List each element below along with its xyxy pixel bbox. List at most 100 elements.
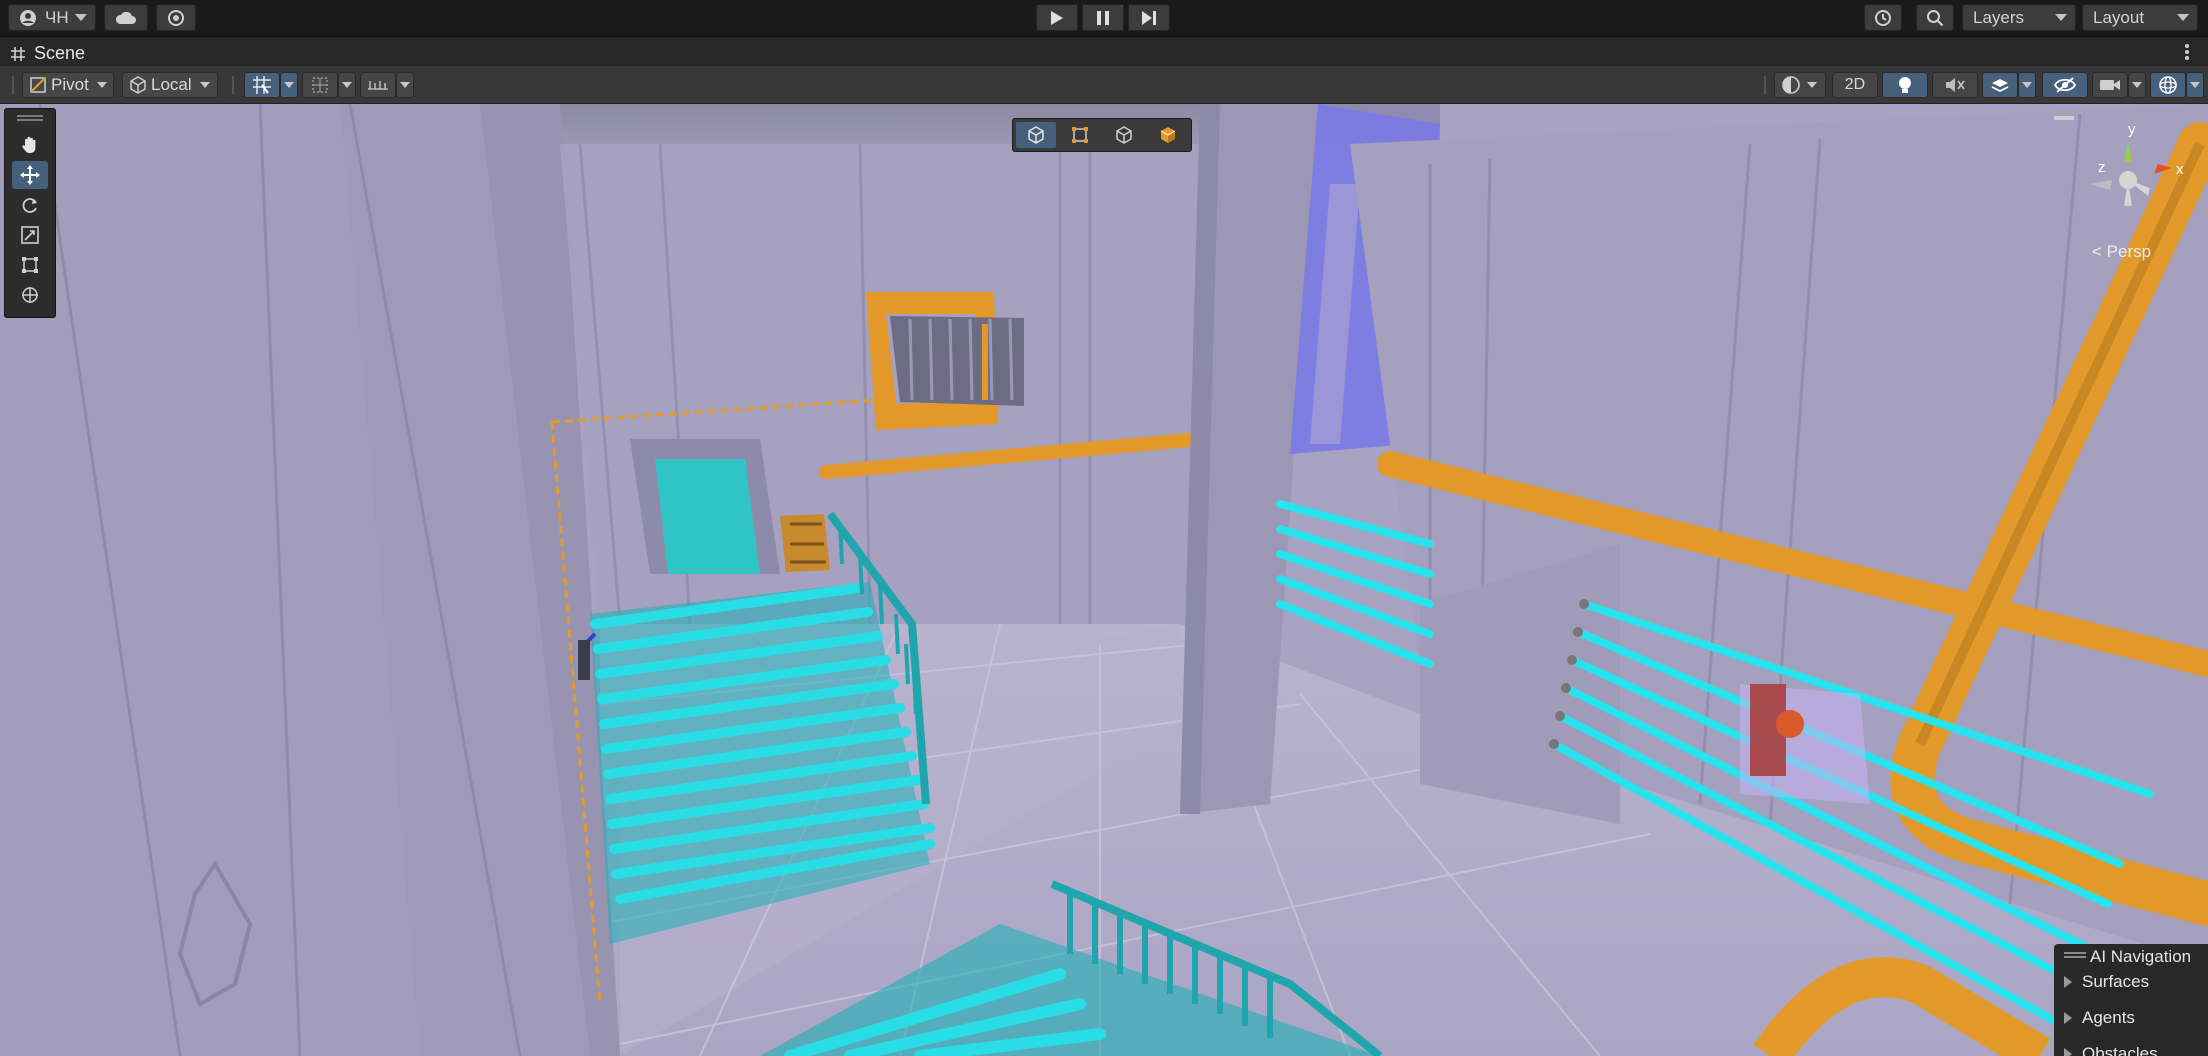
hand-icon [22, 136, 36, 153]
cloud-button[interactable] [104, 4, 148, 31]
chevron-down-icon [2190, 82, 2200, 88]
grid-snap-icon [253, 76, 271, 94]
shading-sphere-icon [1782, 76, 1800, 94]
chevron-down-icon [2177, 14, 2189, 21]
rect-view-button[interactable] [1060, 122, 1100, 148]
rect-transform-icon [22, 257, 38, 273]
local-dropdown[interactable]: Local [122, 72, 218, 98]
scene-toolbar: Pivot Local 2D [0, 66, 2208, 104]
scene-viewport[interactable]: y x z < Persp AI Navigation Surfaces Age… [0, 104, 2208, 1056]
transform-all-icon [22, 287, 38, 303]
draw-mode-dropdown[interactable] [1774, 72, 1826, 98]
transform-tool-button[interactable] [12, 281, 48, 309]
gizmos-dropdown[interactable] [2186, 72, 2204, 98]
expand-arrow-icon [2064, 1012, 2072, 1024]
ai-nav-item-surfaces[interactable]: Surfaces [2064, 972, 2149, 992]
account-icon [20, 9, 36, 26]
gizmo-x: x [2176, 161, 2184, 178]
history-button[interactable] [1864, 4, 1902, 31]
move-arrows-icon [20, 165, 40, 185]
chevron-down-icon [400, 82, 410, 88]
grid-snap-button[interactable] [244, 72, 280, 98]
2d-label: 2D [1844, 76, 1866, 93]
audio-toggle-button[interactable] [1932, 72, 1978, 98]
audio-mute-icon [1946, 78, 1965, 92]
ai-nav-item-agents[interactable]: Agents [2064, 1008, 2135, 1028]
chevron-down-icon [96, 82, 107, 88]
hand-tool-button[interactable] [12, 131, 48, 159]
tab-scene-label: Scene [34, 43, 86, 63]
local-label: Local [151, 75, 192, 94]
grid-snap-dropdown[interactable] [280, 72, 298, 98]
cloud-icon [115, 11, 136, 24]
effects-layers-icon [1991, 79, 2009, 93]
solid-cube-button[interactable] [1148, 122, 1188, 148]
layers-label: Layers [1973, 7, 2025, 27]
step-icon [1142, 10, 1156, 25]
solid-cube-icon [1160, 127, 1176, 143]
separator [1764, 76, 1766, 94]
chevron-down-icon [199, 82, 210, 88]
play-button[interactable] [1036, 4, 1078, 31]
tab-scene[interactable]: Scene [10, 43, 85, 64]
ruler-button[interactable] [360, 72, 396, 98]
lightbulb-icon [1899, 77, 1911, 93]
layout-dropdown[interactable]: Layout [2082, 4, 2198, 31]
ruler-icon [368, 81, 388, 90]
outline-cube-button[interactable] [1104, 122, 1144, 148]
rect-tool-button[interactable] [12, 251, 48, 279]
gizmo-y: y [2128, 121, 2136, 138]
chevron-down-icon [2132, 82, 2142, 88]
top-toolbar: ЧН Layers Layout [0, 0, 2208, 36]
chevron-down-icon [2055, 14, 2067, 21]
scale-icon [21, 226, 39, 244]
cube-view-button[interactable] [1016, 122, 1056, 148]
ai-nav-item-label: Obstacles [2082, 1044, 2158, 1056]
expand-arrow-icon [2064, 976, 2072, 988]
drag-handle[interactable] [2064, 952, 2086, 958]
search-button[interactable] [1916, 4, 1954, 31]
scene-visibility-button[interactable] [2042, 72, 2088, 98]
gizmo-z: z [2098, 159, 2106, 176]
layers-dropdown[interactable]: Layers [1962, 4, 2076, 31]
gizmo-drag-handle[interactable] [2054, 116, 2074, 120]
move-tool-button[interactable] [12, 161, 48, 189]
rotate-tool-button[interactable] [12, 191, 48, 219]
history-icon [1875, 9, 1891, 26]
snap-grid-icon [312, 77, 328, 93]
effects-dropdown[interactable] [2018, 72, 2036, 98]
camera-settings-button[interactable] [2092, 72, 2128, 98]
more-options-icon[interactable] [2184, 43, 2190, 66]
pivot-dropdown[interactable]: Pivot [22, 72, 114, 98]
layout-label: Layout [2093, 7, 2145, 27]
increment-snap-dropdown[interactable] [338, 72, 356, 98]
ruler-dropdown[interactable] [396, 72, 414, 98]
chevron-down-icon [75, 14, 87, 21]
account-dropdown[interactable]: ЧН [8, 4, 96, 31]
wire-cube-icon [1028, 126, 1044, 144]
orientation-gizmo[interactable]: y x z < Persp [2080, 110, 2200, 270]
scale-tool-button[interactable] [12, 221, 48, 249]
camera-dropdown[interactable] [2128, 72, 2146, 98]
chevron-down-icon [2022, 82, 2032, 88]
rect-handles-icon [1072, 127, 1088, 143]
pause-button[interactable] [1082, 4, 1124, 31]
pivot-icon [30, 77, 46, 93]
ai-nav-item-label: Surfaces [2082, 972, 2150, 991]
projection-label[interactable]: < Persp [2092, 242, 2151, 262]
effects-toggle-button[interactable] [1982, 72, 2018, 98]
lighting-toggle-button[interactable] [1882, 72, 1928, 98]
grid-hash-icon [11, 46, 25, 61]
pivot-label: Pivot [51, 75, 89, 94]
services-button[interactable] [156, 4, 196, 31]
2d-toggle-button[interactable]: 2D [1832, 72, 1878, 98]
chevron-down-icon [284, 82, 294, 88]
scene-tab-bar: Scene [0, 36, 2208, 66]
drag-handle[interactable] [17, 115, 43, 121]
drag-handle[interactable] [12, 76, 14, 94]
gizmo-sphere-icon [2159, 76, 2177, 94]
step-button[interactable] [1128, 4, 1170, 31]
ai-nav-item-obstacles[interactable]: Obstacles [2064, 1044, 2158, 1056]
increment-snap-button[interactable] [302, 72, 338, 98]
gizmos-button[interactable] [2150, 72, 2186, 98]
